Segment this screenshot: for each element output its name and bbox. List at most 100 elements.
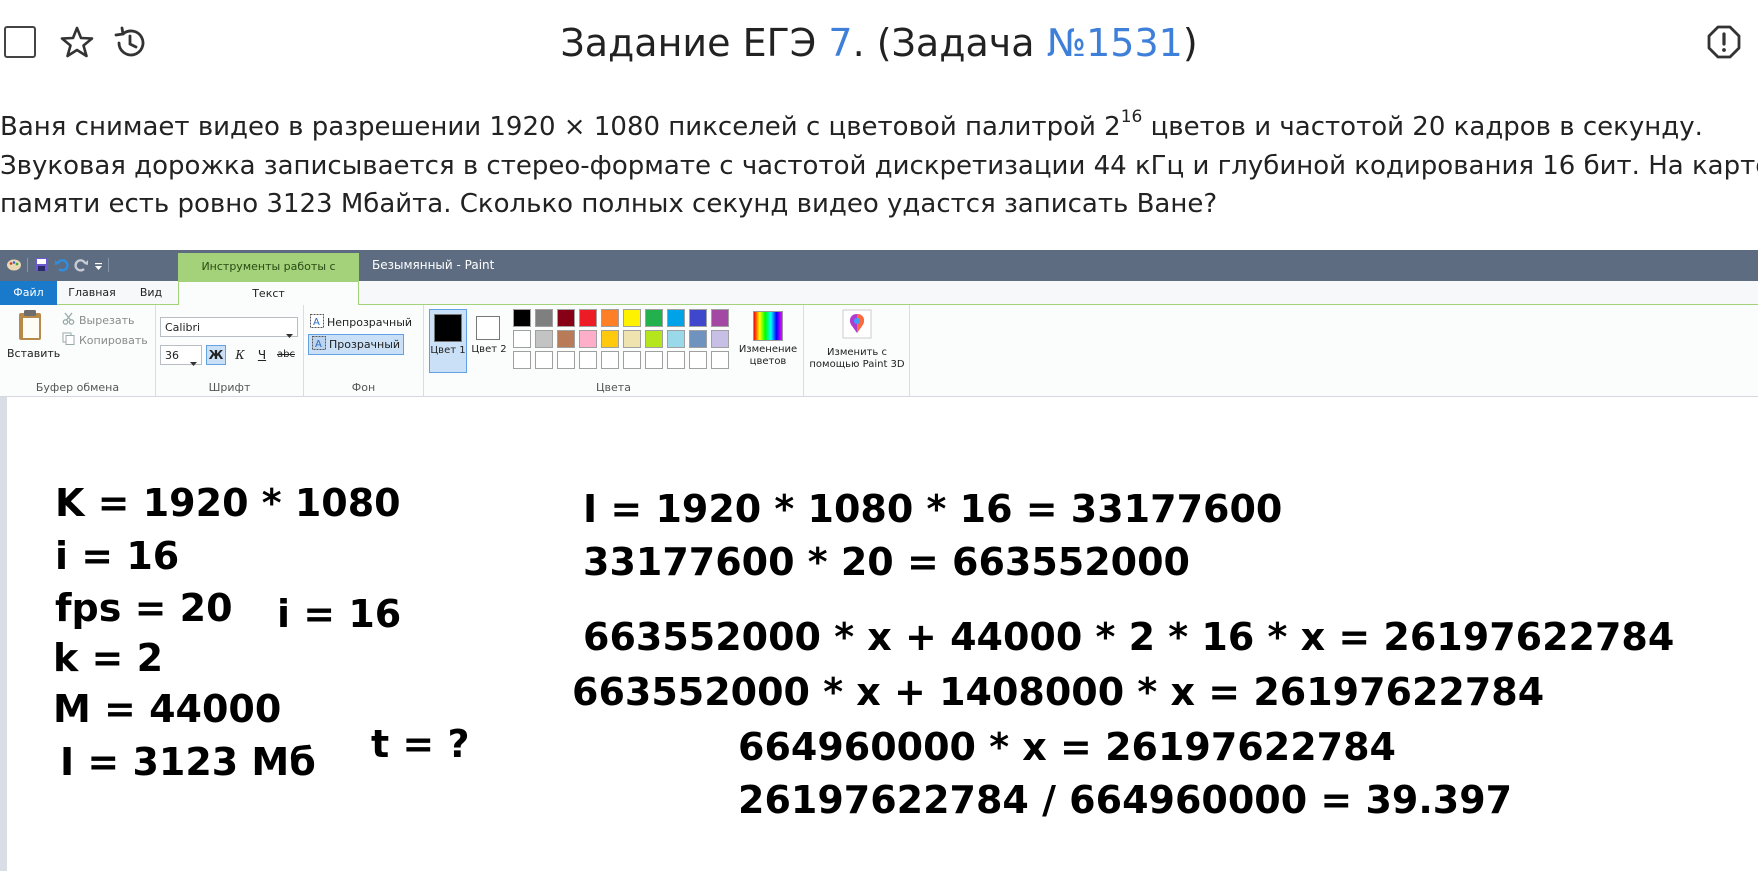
customize-toolbar-icon[interactable] [94, 257, 103, 276]
color-swatch[interactable] [601, 330, 619, 348]
cut-button[interactable]: Вырезать [62, 312, 134, 328]
font-size-select[interactable]: 36 [160, 345, 202, 366]
italic-button[interactable]: К [230, 345, 250, 365]
bold-button[interactable]: Ж [206, 345, 226, 365]
color-swatch[interactable] [557, 351, 575, 369]
font-size-value: 36 [165, 349, 179, 362]
canvas-text: 26197622784 / 664960000 = 39.397 [738, 778, 1513, 822]
color-swatch[interactable] [623, 330, 641, 348]
transparent-background-icon: A [312, 336, 326, 353]
color-swatch[interactable] [513, 309, 531, 327]
color-swatch[interactable] [513, 351, 531, 369]
chevron-down-icon [286, 324, 293, 343]
title-prefix: Задание ЕГЭ [560, 21, 829, 65]
background-group: A Непрозрачный A Прозрачный Фон [304, 305, 424, 397]
color-swatch[interactable] [579, 330, 597, 348]
transparent-button[interactable]: A Прозрачный [308, 334, 405, 355]
color-swatch[interactable] [667, 351, 685, 369]
color-palette [513, 309, 733, 373]
tab-home[interactable]: Главная [62, 281, 122, 305]
color-swatch[interactable] [557, 330, 575, 348]
color-swatch[interactable] [711, 309, 729, 327]
underline-button[interactable]: Ч [252, 345, 272, 365]
copy-icon [62, 332, 75, 348]
strikethrough-button[interactable]: abc [274, 345, 298, 365]
undo-icon[interactable] [54, 257, 69, 276]
clipboard-icon [16, 309, 44, 345]
separator-icon [108, 257, 110, 276]
canvas-text: t = ? [371, 722, 470, 766]
canvas-text: 663552000 * x + 1408000 * x = 2619762278… [572, 670, 1545, 714]
color-swatch[interactable] [579, 351, 597, 369]
color-swatch[interactable] [623, 351, 641, 369]
edit-colors-button[interactable]: Изменение цветов [733, 309, 803, 375]
quick-access-toolbar [6, 257, 110, 276]
statement-line-3: памяти есть ровно 3123 Мбайта. Сколько п… [0, 189, 1218, 219]
color-swatch[interactable] [623, 309, 641, 327]
chevron-down-icon [190, 352, 197, 371]
color-swatch[interactable] [535, 330, 553, 348]
edit-colors-label: Изменение цветов [738, 344, 798, 367]
color-swatch[interactable] [557, 309, 575, 327]
statement-line-2: Звуковая дорожка записывается в стерео-ф… [0, 150, 1758, 181]
color-swatch[interactable] [645, 351, 663, 369]
opaque-label: Непрозрачный [327, 316, 413, 329]
color1-button[interactable]: Цвет 1 [429, 309, 467, 373]
statement-line-1: Ваня снимает видео в разрешении 1920 × 1… [0, 108, 1758, 147]
drawing-canvas[interactable]: K = 1920 * 1080 i = 16 fps = 20 k = 2 M … [0, 397, 1758, 871]
tab-file[interactable]: Файл [0, 281, 57, 305]
task-header: Задание ЕГЭ 7. (Задача №1531) [0, 0, 1758, 86]
redo-icon[interactable] [74, 257, 89, 276]
color-swatch[interactable] [689, 330, 707, 348]
report-icon[interactable] [1706, 24, 1742, 60]
save-icon[interactable] [34, 257, 49, 276]
paint3d-button[interactable]: Изменить с помощью Paint 3D [806, 309, 908, 371]
font-group-label: Шрифт [208, 381, 251, 394]
canvas-text: 664960000 * x = 26197622784 [738, 725, 1396, 769]
paint-screenshot: Инструменты работы с текстом Безымянный … [0, 250, 1758, 871]
svg-text:A: A [315, 339, 322, 350]
color2-button[interactable]: Цвет 2 [471, 309, 507, 373]
color-swatch[interactable] [535, 351, 553, 369]
canvas-text: M = 44000 [53, 687, 282, 731]
scissors-icon [62, 312, 75, 328]
font-group: Calibri 36 Ж К Ч abc Шрифт [156, 305, 304, 397]
statement-text: Ваня снимает видео в разрешении 1920 × 1… [0, 112, 1121, 142]
opaque-background-icon: A [310, 314, 324, 331]
ribbon-tabs: Файл Главная Вид Текст [0, 281, 1758, 306]
color-swatch[interactable] [579, 309, 597, 327]
canvas-text: i = 16 [277, 592, 402, 636]
canvas-text: I = 3123 Мб [60, 740, 316, 784]
color-swatch[interactable] [535, 309, 553, 327]
tab-view[interactable]: Вид [128, 281, 174, 305]
opaque-button[interactable]: A Непрозрачный [310, 314, 412, 331]
statement-text: цветов и частотой 20 кадров в секунду. [1142, 112, 1703, 142]
font-family-select[interactable]: Calibri [160, 317, 298, 338]
task-number-link[interactable]: 7 [828, 21, 852, 65]
color-swatch[interactable] [513, 330, 531, 348]
color-swatch[interactable] [667, 330, 685, 348]
copy-button[interactable]: Копировать [62, 332, 148, 348]
transparent-label: Прозрачный [329, 338, 401, 351]
exponent: 16 [1120, 107, 1143, 127]
paste-button[interactable]: Вставить [7, 309, 60, 360]
canvas-text: K = 1920 * 1080 [55, 481, 401, 525]
paint-app-icon[interactable] [6, 257, 22, 276]
paint3d-label: Изменить с помощью Paint 3D [809, 347, 905, 370]
page-title: Задание ЕГЭ 7. (Задача №1531) [0, 20, 1758, 66]
ribbon: Вставить Вырезать Копировать Буфер обмен… [0, 305, 1758, 397]
color-swatch[interactable] [711, 351, 729, 369]
color-swatch[interactable] [667, 309, 685, 327]
tab-text[interactable]: Текст [178, 281, 359, 306]
color-swatch[interactable] [645, 309, 663, 327]
canvas-text: 33177600 * 20 = 663552000 [583, 540, 1190, 584]
font-family-value: Calibri [165, 321, 201, 334]
color-swatch[interactable] [601, 309, 619, 327]
problem-number-link[interactable]: №1531 [1047, 21, 1183, 65]
canvas-text: fps = 20 [55, 586, 233, 630]
color-swatch[interactable] [689, 309, 707, 327]
color-swatch[interactable] [601, 351, 619, 369]
color-swatch[interactable] [689, 351, 707, 369]
color-swatch[interactable] [645, 330, 663, 348]
color-swatch[interactable] [711, 330, 729, 348]
